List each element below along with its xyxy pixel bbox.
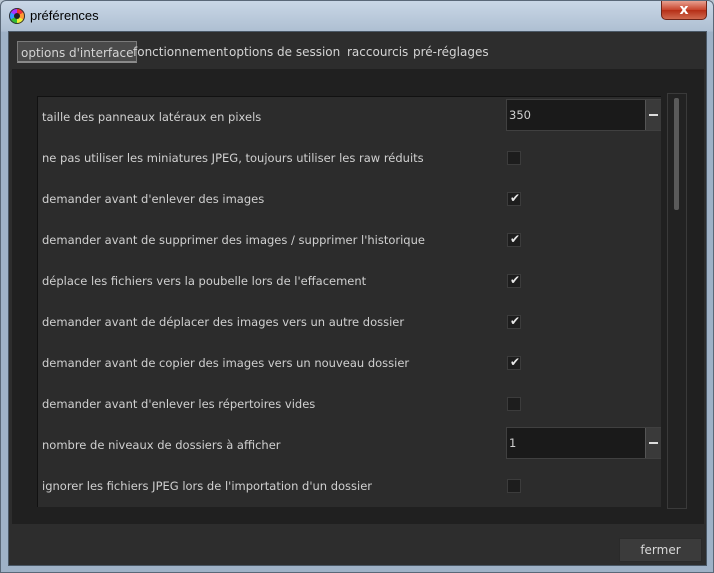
checkmark-icon: ✔ bbox=[510, 314, 521, 328]
settings-panel: taille des panneaux latéraux en pixels 3… bbox=[12, 69, 704, 524]
dialog-footer: fermer bbox=[9, 524, 706, 565]
checkmark-icon: ✔ bbox=[510, 191, 521, 205]
window-title: préférences bbox=[30, 8, 99, 23]
minus-icon[interactable] bbox=[645, 100, 661, 130]
setting-row: demander avant de copier des images vers… bbox=[38, 343, 661, 384]
scrollbar-thumb[interactable] bbox=[674, 98, 679, 210]
spin-value[interactable]: 1 bbox=[509, 428, 516, 458]
move-to-trash-checkbox[interactable]: ✔ bbox=[507, 273, 521, 288]
ignore-jpeg-import-checkbox[interactable] bbox=[507, 479, 521, 493]
setting-row: ne pas utiliser les miniatures JPEG, tou… bbox=[38, 138, 661, 179]
setting-label: demander avant de supprimer des images /… bbox=[42, 233, 425, 247]
setting-row: demander avant d'enlever les répertoires… bbox=[38, 384, 661, 425]
folder-levels-spinbox[interactable]: 1 bbox=[506, 427, 661, 459]
setting-row: nombre de niveaux de dossiers à afficher… bbox=[38, 425, 661, 466]
tab-bar: options d'interface fonctionnement optio… bbox=[9, 32, 706, 69]
vertical-scrollbar[interactable] bbox=[667, 93, 687, 509]
setting-row: ignorer les fichiers JPEG lors de l'impo… bbox=[38, 466, 661, 507]
setting-label: nombre de niveaux de dossiers à afficher bbox=[42, 438, 281, 452]
setting-row: demander avant de déplacer des images ve… bbox=[38, 302, 661, 343]
setting-label: ignorer les fichiers JPEG lors de l'impo… bbox=[42, 479, 373, 493]
ask-move-images-checkbox[interactable]: ✔ bbox=[507, 314, 521, 329]
setting-row: déplace les fichiers vers la poubelle lo… bbox=[38, 261, 661, 302]
setting-label: ne pas utiliser les miniatures JPEG, tou… bbox=[42, 151, 424, 165]
setting-label: déplace les fichiers vers la poubelle lo… bbox=[42, 274, 367, 288]
setting-label: demander avant de copier des images vers… bbox=[42, 356, 410, 370]
setting-row: demander avant de supprimer des images /… bbox=[38, 220, 661, 261]
setting-label: taille des panneaux latéraux en pixels bbox=[42, 110, 262, 124]
setting-label: demander avant d'enlever des images bbox=[42, 192, 265, 206]
setting-label: demander avant d'enlever les répertoires… bbox=[42, 397, 316, 411]
tab-fonctionnement[interactable]: fonctionnement bbox=[133, 41, 228, 63]
tab-raccourcis[interactable]: raccourcis bbox=[347, 41, 408, 63]
settings-list: taille des panneaux latéraux en pixels 3… bbox=[37, 96, 661, 507]
dialog-content: options d'interface fonctionnement optio… bbox=[8, 31, 707, 566]
checkmark-icon: ✔ bbox=[510, 232, 521, 246]
tab-options-interface[interactable]: options d'interface bbox=[17, 41, 138, 63]
checkmark-icon: ✔ bbox=[510, 355, 521, 369]
no-jpeg-thumbnails-checkbox[interactable] bbox=[507, 151, 521, 165]
minus-icon[interactable] bbox=[645, 428, 661, 458]
ask-remove-images-checkbox[interactable]: ✔ bbox=[507, 191, 521, 206]
app-icon bbox=[9, 8, 25, 24]
preferences-window: préférences x options d'interface foncti… bbox=[0, 0, 714, 573]
ask-remove-empty-dirs-checkbox[interactable] bbox=[507, 397, 521, 411]
ask-copy-images-checkbox[interactable]: ✔ bbox=[507, 355, 521, 370]
setting-label: demander avant de déplacer des images ve… bbox=[42, 315, 405, 329]
title-bar[interactable]: préférences x bbox=[1, 1, 713, 31]
panel-size-spinbox[interactable]: 350 bbox=[506, 99, 661, 131]
setting-row: demander avant d'enlever des images ✔ bbox=[38, 179, 661, 220]
window-close-button[interactable]: x bbox=[661, 1, 707, 20]
tab-pre-reglages[interactable]: pré-réglages bbox=[413, 41, 489, 63]
setting-row: taille des panneaux latéraux en pixels 3… bbox=[38, 97, 661, 138]
ask-delete-images-checkbox[interactable]: ✔ bbox=[507, 232, 521, 247]
tab-options-session[interactable]: options de session bbox=[229, 41, 340, 63]
spin-value[interactable]: 350 bbox=[509, 100, 531, 130]
fermer-button[interactable]: fermer bbox=[619, 538, 702, 562]
checkmark-icon: ✔ bbox=[510, 273, 521, 287]
